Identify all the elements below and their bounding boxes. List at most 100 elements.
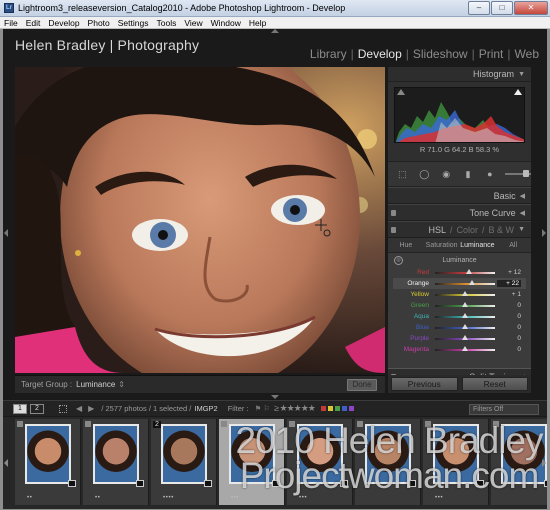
menu-window[interactable]: Window [207,18,245,28]
slider-value[interactable]: + 22 [497,280,521,287]
target-group-select[interactable]: Luminance [76,380,115,389]
slider-thumb[interactable] [462,312,468,318]
chevron-updown-icon[interactable]: ⇕ [118,380,125,389]
menu-tools[interactable]: Tools [152,18,180,28]
slider-value[interactable]: 0 [497,346,521,353]
forward-arrow-icon[interactable]: ▶ [88,404,94,413]
slider-thumb[interactable] [462,334,468,340]
slider-value[interactable]: 0 [497,302,521,309]
slider-value[interactable]: + 1 [497,291,521,298]
color-tab[interactable]: Color [457,225,479,235]
slider-magenta[interactable]: Magenta 0 [393,344,526,355]
highlight-clipping-icon[interactable] [514,89,522,95]
reset-button[interactable]: Reset [461,377,528,391]
slider-aqua[interactable]: Aqua 0 [393,311,526,322]
slider-value[interactable]: + 12 [497,269,521,276]
menu-photo[interactable]: Photo [84,18,114,28]
slider-track[interactable] [435,323,495,329]
menu-help[interactable]: Help [245,18,270,28]
minimize-button[interactable]: – [468,1,490,15]
right-panel-toggle-icon[interactable] [542,229,546,237]
tab-saturation[interactable]: Saturation [424,242,460,249]
slider-thumb[interactable] [462,345,468,351]
hsl-tab[interactable]: HSL [428,225,446,235]
color-label-swatch[interactable] [320,406,326,411]
top-panel-toggle-icon[interactable] [271,29,279,33]
rating-filter-icon[interactable]: ≥ ★★★★★ [274,403,316,414]
menu-view[interactable]: View [180,18,206,28]
menu-edit[interactable]: Edit [22,18,45,28]
slider-orange[interactable]: Orange + 22 [393,278,526,289]
color-label-swatch[interactable] [334,406,340,411]
filmstrip-thumbnail[interactable]: • • [15,419,81,505]
bw-tab[interactable]: B & W [489,225,515,235]
flag-icon[interactable] [17,421,23,427]
maximize-button[interactable]: □ [491,1,513,15]
panel-switch-icon[interactable] [391,210,396,216]
filmstrip-thumbnail[interactable]: • • [83,419,149,505]
module-develop[interactable]: Develop [358,47,402,61]
expand-triangle-icon[interactable]: ◀ [520,209,525,217]
expand-triangle-icon[interactable]: ◀ [520,192,525,200]
slider-thumb[interactable] [462,323,468,329]
crop-tool-icon[interactable]: ⬚ [396,168,409,180]
basic-panel-header[interactable]: Basic ◀ [388,187,531,204]
slider-value[interactable]: 0 [497,335,521,342]
filmstrip-thumbnail[interactable]: 2 • • • • [151,419,217,505]
slider-track[interactable] [435,345,495,351]
back-arrow-icon[interactable]: ◀ [76,404,82,413]
graduated-filter-icon[interactable]: ▮ [462,168,475,180]
flag-icon[interactable] [85,421,91,427]
slider-thumb[interactable] [468,279,475,285]
module-library[interactable]: Library [310,47,347,61]
spot-removal-tool-icon[interactable]: ◯ [418,168,431,180]
main-photo-preview[interactable] [15,67,385,373]
panel-switch-icon[interactable] [391,227,396,233]
menu-develop[interactable]: Develop [44,18,83,28]
histogram-header[interactable]: Histogram ▼ [388,67,531,82]
slider-yellow[interactable]: Yellow + 1 [393,289,526,300]
slider-track[interactable] [435,268,495,274]
tool-slider[interactable] [505,170,532,177]
tone-curve-panel-header[interactable]: Tone Curve ◀ [388,204,531,221]
slider-purple[interactable]: Purple 0 [393,333,526,344]
targeted-adjustment-icon[interactable]: ◎ [394,256,403,265]
filmstrip-scroll-left-icon[interactable] [4,459,8,467]
slider-thumb[interactable] [462,290,469,296]
left-panel-toggle-icon[interactable] [4,229,8,237]
menu-settings[interactable]: Settings [114,18,153,28]
menu-file[interactable]: File [0,18,22,28]
hsl-panel-header[interactable]: HSL / Color / B & W ▼ [388,221,531,238]
slider-thumb[interactable] [465,268,472,274]
slider-track[interactable] [435,290,495,296]
close-button[interactable]: ✕ [514,1,548,15]
previous-button[interactable]: Previous [391,377,458,391]
slider-value[interactable]: 0 [497,324,521,331]
module-print[interactable]: Print [479,47,504,61]
slider-thumb[interactable] [462,301,468,307]
module-web[interactable]: Web [515,47,539,61]
bottom-panel-toggle-icon[interactable] [271,395,279,399]
tab-all[interactable]: All [495,242,531,249]
slider-blue[interactable]: Blue 0 [393,322,526,333]
collapse-triangle-icon[interactable]: ▼ [518,226,525,233]
slider-track[interactable] [435,334,495,340]
filter-preset-select[interactable]: Filters Off [469,404,539,415]
red-eye-tool-icon[interactable]: ◉ [440,168,453,180]
collapse-triangle-icon[interactable]: ▼ [518,71,525,78]
flag-icon[interactable] [221,421,227,427]
slider-track[interactable] [435,301,495,307]
done-button[interactable]: Done [347,379,377,391]
adjustment-brush-icon[interactable]: ● [483,168,496,180]
color-label-swatch[interactable] [348,406,354,411]
tab-luminance[interactable]: Luminance [460,242,496,249]
slider-red[interactable]: Red + 12 [393,267,526,278]
color-label-swatch[interactable] [327,406,333,411]
main-window-button[interactable]: 1 [13,403,27,414]
color-label-swatch[interactable] [341,406,347,411]
slider-track[interactable] [435,279,495,285]
shadow-clipping-icon[interactable] [397,89,405,95]
tab-hue[interactable]: Hue [388,242,424,249]
slider-green[interactable]: Green 0 [393,300,526,311]
module-slideshow[interactable]: Slideshow [413,47,468,61]
